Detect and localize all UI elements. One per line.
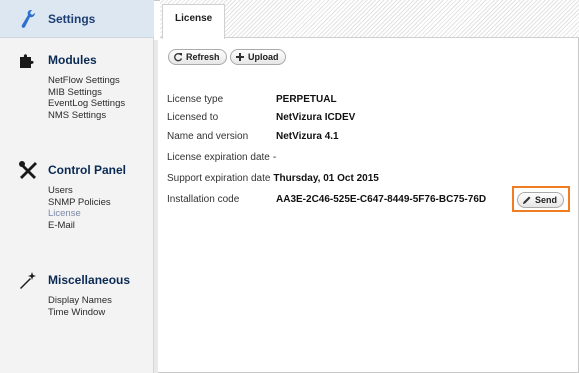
license-expiration-row: License expiration date - [167,150,276,164]
puzzle-icon [14,49,42,71]
tools-icon [14,159,42,181]
upload-button[interactable]: Upload [230,49,286,65]
sidebar-item-netflow-settings[interactable]: NetFlow Settings [48,75,125,87]
miscellaneous-list: Display Names Time Window [48,295,112,318]
name-version-row: Name and version NetVizura 4.1 [167,129,339,143]
license-type-value: PERPETUAL [276,93,337,105]
magic-wand-icon [14,269,42,291]
sidebar-item-nms-settings[interactable]: NMS Settings [48,110,125,122]
name-version-value: NetVizura 4.1 [276,130,339,142]
refresh-icon [173,52,183,62]
section-miscellaneous[interactable]: Miscellaneous [0,269,130,291]
section-title: Control Panel [48,163,127,177]
wrench-icon [14,8,42,30]
sidebar-item-email[interactable]: E-Mail [48,220,111,232]
license-expiration-value: - [272,151,277,163]
sidebar-item-mib-settings[interactable]: MIB Settings [48,87,125,99]
sidebar-item-license[interactable]: License [48,208,111,220]
sidebar-item-display-names[interactable]: Display Names [48,295,112,307]
sidebar-item-users[interactable]: Users [48,185,111,197]
installation-code-row: Installation code AA3E-2C46-525E-C647-84… [167,192,486,206]
sidebar-header: Settings [0,0,154,38]
section-title: Miscellaneous [48,273,131,287]
tab-bar: License [160,0,579,39]
plus-icon [235,52,245,62]
sidebar: Settings Modules NetFlow Settings MIB Se… [0,0,158,373]
installation-code-label: Installation code [167,193,240,205]
send-label: Send [535,195,558,205]
installation-code-value: AA3E-2C46-525E-C647-8449-5F76-BC75-76D [276,193,487,205]
upload-label: Upload [248,52,279,62]
sidebar-item-eventlog-settings[interactable]: EventLog Settings [48,98,125,110]
refresh-label: Refresh [186,52,220,62]
licensed-to-label: Licensed to [167,111,219,123]
section-modules[interactable]: Modules [0,49,97,71]
pencil-icon [522,195,532,205]
modules-list: NetFlow Settings MIB Settings EventLog S… [48,75,125,121]
sidebar-item-time-window[interactable]: Time Window [48,307,112,319]
support-expiration-label: Support expiration date [167,172,271,184]
license-type-label: License type [167,93,224,105]
settings-title: Settings [48,12,96,26]
send-button[interactable]: Send [517,192,565,208]
support-expiration-row: Support expiration date Thursday, 01 Oct… [167,171,379,185]
license-type-row: License type PERPETUAL [167,92,337,106]
section-title: Modules [48,53,97,67]
support-expiration-value: Thursday, 01 Oct 2015 [273,172,379,184]
name-version-label: Name and version [167,130,249,142]
tab-license[interactable]: License [162,4,225,39]
section-control-panel[interactable]: Control Panel [0,159,126,181]
refresh-button[interactable]: Refresh [168,49,227,65]
control-panel-list: Users SNMP Policies License E-Mail [48,185,111,231]
sidebar-item-snmp-policies[interactable]: SNMP Policies [48,197,111,209]
licensed-to-value: NetVizura ICDEV [276,111,356,123]
licensed-to-row: Licensed to NetVizura ICDEV [167,110,355,124]
license-expiration-label: License expiration date [167,151,270,163]
settings-heading[interactable]: Settings [0,8,95,30]
